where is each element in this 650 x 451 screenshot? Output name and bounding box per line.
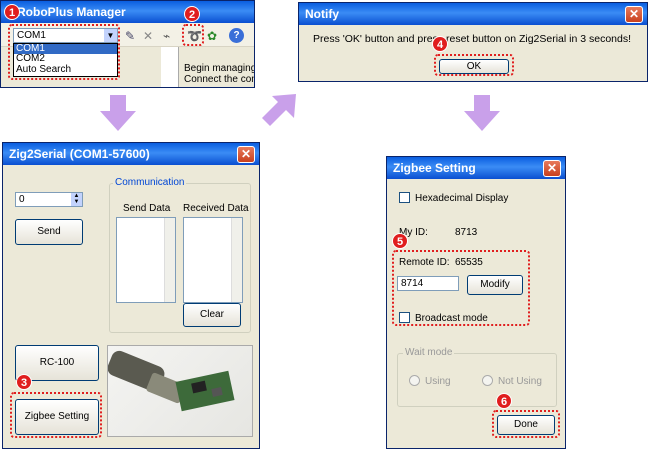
- send-data-list[interactable]: [116, 217, 176, 303]
- using-label: Using: [425, 376, 451, 387]
- scrollbar[interactable]: [164, 218, 175, 302]
- step-badge: 4: [432, 36, 448, 52]
- step-badge: 5: [392, 233, 408, 249]
- scrollbar[interactable]: [231, 218, 242, 302]
- close-icon[interactable]: ✕: [625, 6, 643, 23]
- help-icon[interactable]: ?: [229, 28, 244, 43]
- notify-titlebar: Notify: [299, 3, 647, 25]
- usb-dongle-image: [108, 350, 235, 412]
- highlight-zigbee-setting: [10, 392, 102, 438]
- value-spinner-text: 0: [19, 194, 25, 205]
- pencil-icon[interactable]: ✎: [125, 29, 139, 43]
- step-badge: 3: [16, 374, 32, 390]
- highlight-connect: [182, 24, 204, 46]
- hex-display-checkbox[interactable]: [399, 192, 410, 203]
- step-badge: 2: [184, 6, 200, 22]
- send-data-label: Send Data: [123, 203, 171, 214]
- received-data-label: Received Data: [183, 203, 249, 214]
- spinner-arrows-icon[interactable]: ▲ ▼: [71, 193, 82, 206]
- roboplus-titlebar: RoboPlus Manager: [1, 1, 254, 23]
- hex-display-label: Hexadecimal Display: [415, 193, 509, 204]
- clear-button[interactable]: Clear: [183, 303, 241, 327]
- not-using-label: Not Using: [498, 376, 542, 387]
- using-radio[interactable]: [409, 375, 420, 386]
- side-text: Connect the contr: [184, 74, 254, 85]
- zig2serial-titlebar: Zig2Serial (COM1-57600): [3, 143, 259, 165]
- side-text: Begin managing c: [184, 63, 255, 74]
- not-using-radio[interactable]: [482, 375, 493, 386]
- value-spinner[interactable]: 0 ▲ ▼: [15, 192, 83, 207]
- zigbee-setting-title: Zigbee Setting: [393, 161, 476, 175]
- network-icon[interactable]: ✿: [207, 29, 221, 43]
- zig2serial-title: Zig2Serial (COM1-57600): [9, 147, 150, 161]
- wait-mode-label: Wait mode: [403, 347, 455, 358]
- tree-panel: [161, 47, 179, 87]
- arrow-up-right-icon: [262, 94, 296, 126]
- communication-group-label: Communication: [113, 177, 187, 188]
- notify-message: Press 'OK' button and press reset button…: [313, 33, 632, 45]
- roboplus-title: RoboPlus Manager: [17, 5, 126, 19]
- highlight-port: [8, 24, 120, 80]
- my-id-value: 8713: [455, 227, 478, 238]
- close-icon[interactable]: ✕: [543, 160, 561, 177]
- device-photo: [107, 345, 253, 437]
- highlight-ok: [434, 54, 514, 76]
- step-badge: 1: [4, 4, 20, 20]
- arrow-down-icon: [464, 95, 500, 131]
- send-button[interactable]: Send: [15, 219, 83, 245]
- notify-title: Notify: [305, 7, 339, 21]
- received-data-list[interactable]: [183, 217, 243, 303]
- disconnect-icon[interactable]: ✕: [143, 29, 157, 43]
- arrow-down-icon: [100, 95, 136, 131]
- plug-icon[interactable]: ⌁: [163, 29, 177, 43]
- close-icon[interactable]: ✕: [237, 146, 255, 163]
- highlight-done: [492, 410, 560, 438]
- highlight-remote-id: [392, 250, 530, 326]
- step-badge: 6: [496, 393, 512, 409]
- zigbee-setting-titlebar: Zigbee Setting: [387, 157, 565, 179]
